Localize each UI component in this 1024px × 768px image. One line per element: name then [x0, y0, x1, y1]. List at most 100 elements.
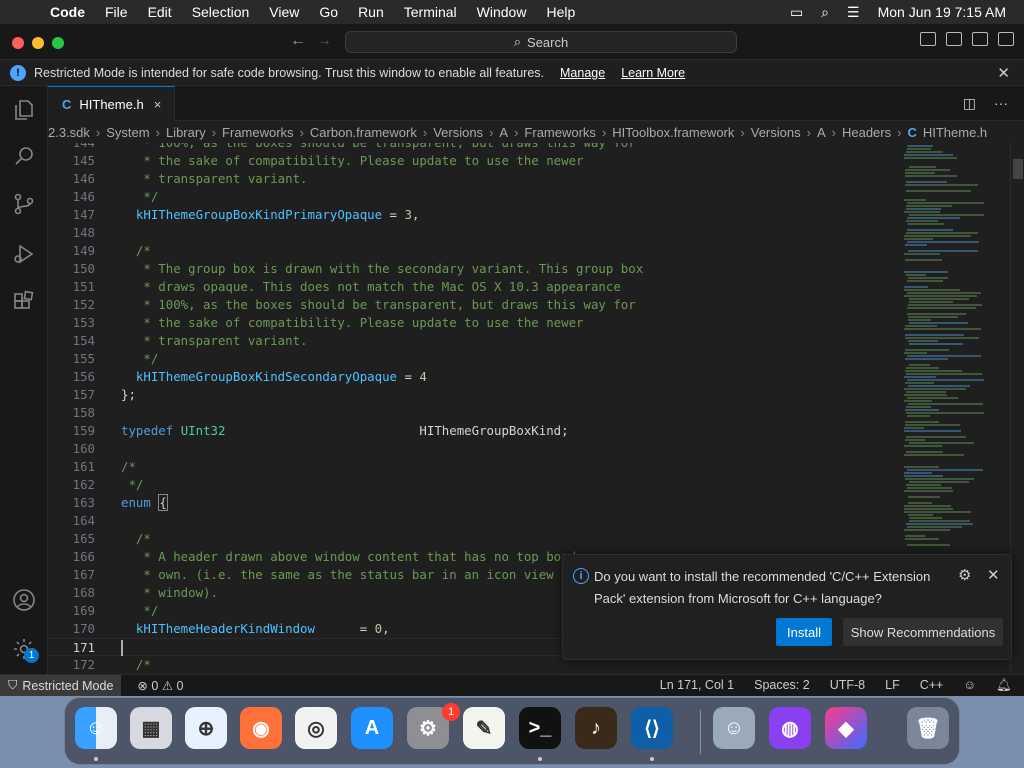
code-line[interactable]: 149 /* [48, 242, 948, 260]
spotlight-search-icon[interactable]: ⌕ [821, 4, 829, 21]
code-line[interactable]: 162 */ [48, 476, 948, 494]
menu-file[interactable]: File [95, 4, 138, 20]
explorer-icon[interactable] [12, 98, 36, 122]
menu-terminal[interactable]: Terminal [394, 4, 467, 20]
more-actions-icon[interactable]: ··· [994, 95, 1008, 112]
code-line[interactable]: 146 */ [48, 188, 948, 206]
install-button[interactable]: Install [776, 618, 832, 646]
encoding[interactable]: UTF-8 [830, 678, 865, 693]
show-recommendations-button[interactable]: Show Recommendations [843, 618, 1003, 646]
language-mode[interactable]: C++ [920, 678, 944, 693]
breadcrumb-file[interactable]: HITheme.h [923, 125, 987, 140]
code-line[interactable]: 165 /* [48, 530, 948, 548]
menu-selection[interactable]: Selection [182, 4, 260, 20]
minimize-window-button[interactable] [32, 37, 44, 49]
dock-trash-icon[interactable]: 🗑︎ [907, 707, 949, 749]
menu-app-name[interactable]: Code [40, 4, 95, 20]
menu-edit[interactable]: Edit [138, 4, 182, 20]
restricted-mode-status[interactable]: ⛉ Restricted Mode [0, 675, 122, 696]
code-line[interactable]: 151 * draws opaque. This does not match … [48, 278, 948, 296]
code-line[interactable]: 148 [48, 224, 948, 242]
dock-firefox-icon[interactable]: ◉ [240, 707, 282, 749]
split-editor-icon[interactable]: ◫ [963, 95, 976, 112]
toggle-secondary-sidebar-icon[interactable] [972, 32, 988, 46]
customize-layout-icon[interactable] [998, 32, 1014, 46]
breadcrumb-segment[interactable]: HIToolbox.framework [612, 125, 734, 140]
menu-go[interactable]: Go [309, 4, 348, 20]
breadcrumb-segment[interactable]: A [817, 125, 826, 140]
breadcrumb-segment[interactable]: Frameworks [222, 125, 294, 140]
dock-podcasts-icon[interactable]: ◍ [769, 707, 811, 749]
banner-manage-link[interactable]: Manage [560, 66, 605, 80]
breadcrumb-segment[interactable]: A [499, 125, 508, 140]
banner-learn-more-link[interactable]: Learn More [621, 66, 685, 80]
dock-app-store-icon[interactable]: A [351, 707, 393, 749]
code-line[interactable]: 147 kHIThemeGroupBoxKindPrimaryOpaque = … [48, 206, 948, 224]
close-window-button[interactable] [12, 37, 24, 49]
problems-status[interactable]: ⊗ 0 ⚠ 0 [137, 678, 183, 693]
accounts-icon[interactable] [12, 588, 36, 612]
menubar-clock[interactable]: Mon Jun 19 7:15 AM [878, 4, 1006, 20]
breadcrumb-segment[interactable]: Versions [433, 125, 483, 140]
code-line[interactable]: 159 typedef UInt32 HIThemeGroupBoxKind; [48, 422, 948, 440]
code-line[interactable]: 155 */ [48, 350, 948, 368]
dock-shortcuts-icon[interactable]: ◆ [825, 707, 867, 749]
dock-launchpad-icon[interactable]: ▦ [130, 707, 172, 749]
run-and-debug-icon[interactable] [12, 242, 36, 266]
code-line[interactable]: 144 * 100%, as the boxes should be trans… [48, 143, 948, 152]
tab-hitheme-h[interactable]: C HITheme.h × [48, 86, 175, 121]
indentation[interactable]: Spaces: 2 [754, 678, 810, 693]
code-line[interactable]: 153 * the sake of compatibility. Please … [48, 314, 948, 332]
screen-mirroring-icon[interactable]: ▭ [790, 4, 803, 21]
search-view-icon[interactable] [12, 144, 36, 168]
editor-scrollbar[interactable] [1010, 143, 1024, 674]
menu-window[interactable]: Window [467, 4, 537, 20]
menu-help[interactable]: Help [536, 4, 585, 20]
breadcrumb-segment[interactable]: Versions [751, 125, 801, 140]
breadcrumb-segment[interactable]: Library [166, 125, 206, 140]
extensions-icon[interactable] [12, 290, 36, 314]
notification-settings-gear-icon[interactable]: ⚙ [958, 566, 971, 584]
code-line[interactable]: 158 [48, 404, 948, 422]
breadcrumb-segment[interactable]: System [106, 125, 149, 140]
code-line[interactable]: 152 * 100%, as the boxes should be trans… [48, 296, 948, 314]
code-line[interactable]: 160 [48, 440, 948, 458]
dock-textedit-icon[interactable]: ✎ [463, 707, 505, 749]
code-line[interactable]: 145 * the sake of compatibility. Please … [48, 152, 948, 170]
breadcrumb-segment[interactable]: Carbon.framework [310, 125, 417, 140]
code-line[interactable]: 164 [48, 512, 948, 530]
toggle-primary-sidebar-icon[interactable] [920, 32, 936, 46]
feedback-icon[interactable]: ☺ [963, 678, 976, 693]
dock-garageband-icon[interactable]: ♪ [575, 707, 617, 749]
notification-close-icon[interactable]: ✕ [987, 566, 1000, 584]
breadcrumb-segment[interactable]: 2.3.sdk [48, 125, 90, 140]
source-control-icon[interactable] [12, 192, 36, 216]
dock-terminal-icon[interactable]: >_ [519, 707, 561, 749]
notifications-bell-icon[interactable]: 🔔︎ [996, 678, 1012, 693]
cursor-position[interactable]: Ln 171, Col 1 [660, 678, 734, 693]
toggle-panel-icon[interactable] [946, 32, 962, 46]
breadcrumb-segment[interactable]: Frameworks [524, 125, 596, 140]
dock-safari-icon[interactable]: ⊕ [185, 707, 227, 749]
dock-visual-studio-code-icon[interactable]: ⟨⟩ [631, 707, 673, 749]
dock-finder-icon[interactable]: ☺ [75, 707, 117, 749]
command-center-search[interactable]: ⌕ Search [345, 31, 737, 53]
dock-migration-assistant-icon[interactable]: ☺ [713, 707, 755, 749]
code-line[interactable]: 156 kHIThemeGroupBoxKindSecondaryOpaque … [48, 368, 948, 386]
menu-view[interactable]: View [259, 4, 309, 20]
breadcrumb-segment[interactable]: Headers [842, 125, 891, 140]
code-line[interactable]: 161 /* [48, 458, 948, 476]
forward-arrow-icon[interactable]: → [316, 32, 332, 50]
end-of-line[interactable]: LF [885, 678, 900, 693]
code-line[interactable]: 157}; [48, 386, 948, 404]
code-line[interactable]: 163 enum { [48, 494, 948, 512]
code-line[interactable]: 150 * The group box is drawn with the se… [48, 260, 948, 278]
menu-run[interactable]: Run [348, 4, 394, 20]
tab-close-icon[interactable]: × [154, 97, 162, 112]
fullscreen-window-button[interactable] [52, 37, 64, 49]
scrollbar-thumb[interactable] [1013, 159, 1023, 179]
code-line[interactable]: 146 * transparent variant. [48, 170, 948, 188]
code-line[interactable]: 154 * transparent variant. [48, 332, 948, 350]
control-center-icon[interactable]: ☰ [847, 4, 860, 21]
dock-chrome-icon[interactable]: ◎ [295, 707, 337, 749]
